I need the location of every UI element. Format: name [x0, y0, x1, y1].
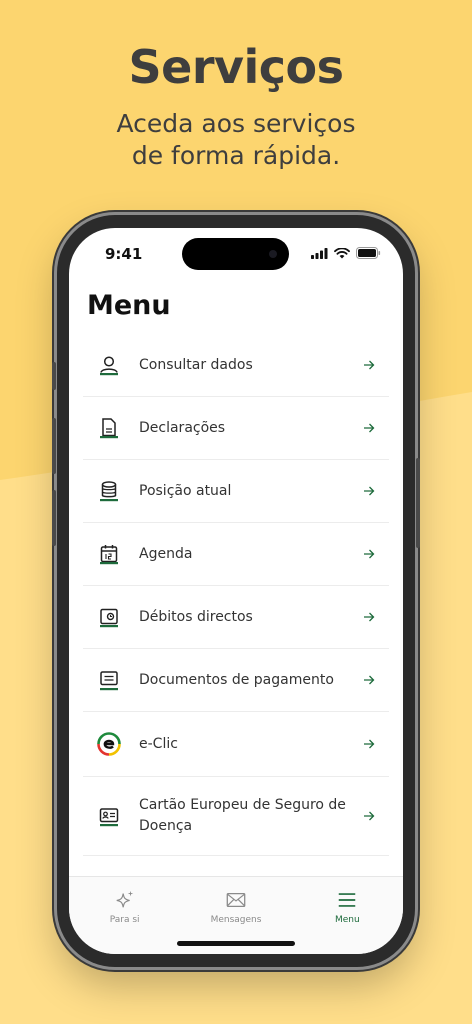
tab-para-si[interactable]: Para si [69, 877, 180, 954]
promo-subtitle: Aceda aos serviços de forma rápida. [0, 108, 472, 172]
phone-volume-down [52, 490, 56, 546]
hamburger-icon [339, 893, 356, 907]
menu-item-label: e-Clic [139, 735, 178, 752]
payment-document-icon [100, 671, 118, 691]
document-icon [100, 418, 118, 439]
tab-label: Para si [109, 915, 140, 925]
page-title: Menu [87, 290, 171, 321]
menu-item-label: Consultar dados [139, 356, 253, 373]
phone-power-button [416, 458, 420, 548]
promo-subtitle-line-2: de forma rápida. [131, 141, 341, 170]
wifi-icon [334, 247, 350, 258]
calendar-icon [100, 545, 118, 565]
menu-item-label: Agenda [139, 545, 193, 562]
signal-icon [311, 247, 328, 259]
arrow-right-icon [364, 811, 375, 821]
phone-screen: 9:41 Menu Consultar dados Declarações Po… [69, 228, 403, 954]
user-icon [100, 356, 118, 376]
direct-debit-icon [100, 608, 118, 628]
envelope-icon [226, 892, 246, 908]
sparkle-icon [116, 890, 133, 908]
phone-silent-switch [52, 362, 56, 390]
menu-item-label: Débitos directos [139, 608, 253, 625]
menu-item-e-clic[interactable]: e-Clic [83, 712, 389, 777]
tab-label: Menu [334, 915, 360, 925]
status-icons [311, 247, 381, 259]
battery-icon [356, 247, 381, 259]
home-indicator [177, 941, 295, 946]
menu-item-label: Declarações [139, 419, 226, 436]
menu-item-agenda[interactable]: Agenda [83, 523, 389, 586]
menu-item-posicao-atual[interactable]: Posição atual [83, 460, 389, 523]
tab-menu[interactable]: Menu [292, 877, 403, 954]
menu-item-cartao-europeu[interactable]: Cartão Europeu de Seguro de Doença [83, 777, 389, 856]
promo-subtitle-line-1: Aceda aos serviços [116, 109, 356, 138]
id-card-icon [99, 808, 119, 827]
menu-item-label: Posição atual [139, 482, 232, 499]
phone-volume-up [52, 418, 56, 474]
camera-dot [269, 250, 277, 258]
menu-list: Consultar dados Declarações Posição atua… [83, 334, 389, 856]
menu-item-consultar-dados[interactable]: Consultar dados [83, 334, 389, 397]
arrow-right-icon [364, 612, 375, 622]
arrow-right-icon [364, 360, 375, 370]
menu-item-debitos-directos[interactable]: Débitos directos [83, 586, 389, 649]
arrow-right-icon [364, 486, 375, 496]
arrow-right-icon [364, 423, 375, 433]
status-time: 9:41 [105, 245, 143, 263]
menu-item-label: Documentos de pagamento [139, 671, 334, 688]
promo-title: Serviços [128, 40, 344, 94]
eclic-logo-icon [97, 732, 121, 756]
coins-icon [100, 481, 118, 502]
menu-item-declaracoes[interactable]: Declarações [83, 397, 389, 460]
menu-item-documentos-de-pagamento[interactable]: Documentos de pagamento [83, 649, 389, 712]
dynamic-island [182, 238, 289, 270]
menu-item-label: Cartão Europeu de Seguro de Doença [139, 797, 346, 834]
tab-label: Mensagens [210, 915, 262, 925]
arrow-right-icon [364, 675, 375, 685]
arrow-right-icon [364, 739, 375, 749]
arrow-right-icon [364, 549, 375, 559]
